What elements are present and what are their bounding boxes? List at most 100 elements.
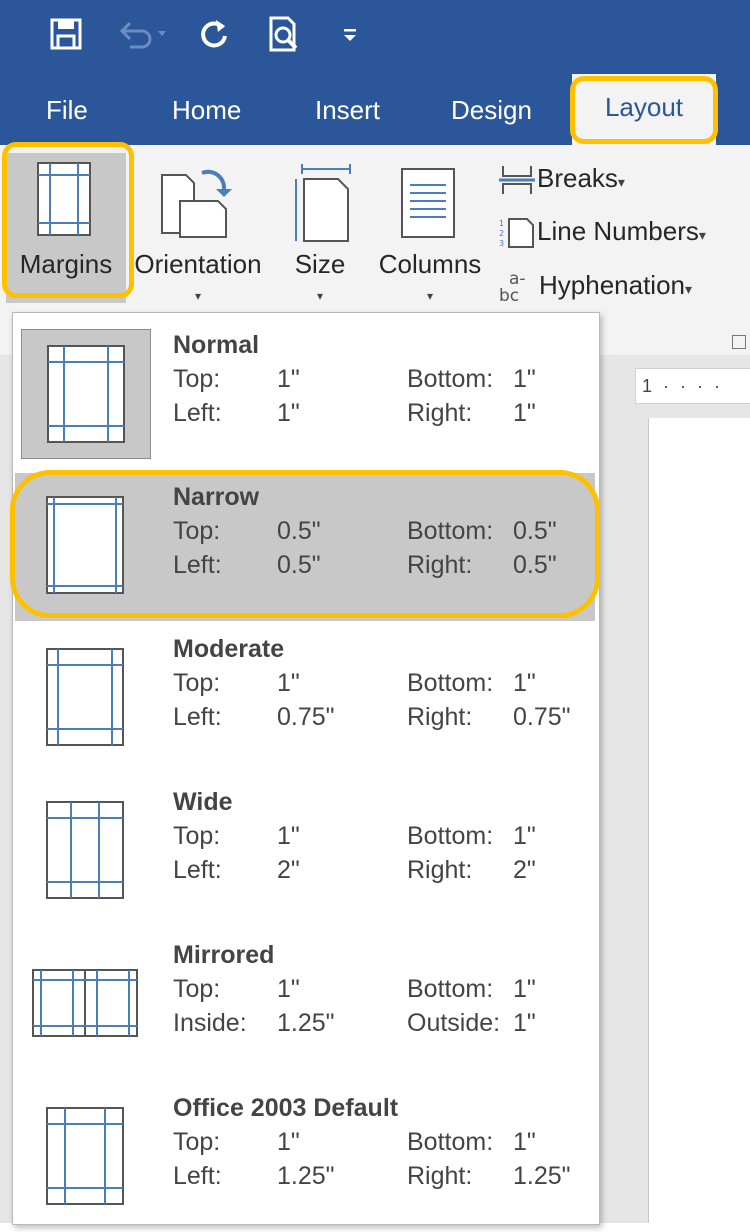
preset-thumbnail: [21, 481, 149, 609]
left-value: 2": [277, 856, 300, 884]
save-button[interactable]: [46, 14, 86, 54]
columns-caret: ▾: [426, 289, 434, 303]
right-label: Right:: [407, 399, 473, 427]
bottom-label: Bottom:: [407, 517, 494, 545]
top-label: Top:: [173, 1128, 221, 1156]
hyphenation-icon: a-bc: [499, 269, 526, 306]
tab-home[interactable]: Home: [172, 90, 241, 130]
line-numbers-icon: 123: [499, 218, 534, 249]
ribbon-tabs: File Home Insert Design Layout: [0, 70, 750, 145]
bottom-label: Bottom:: [407, 822, 494, 850]
bottom-value: 1": [513, 669, 536, 697]
columns-button[interactable]: Columns ▾: [372, 153, 488, 303]
customize-qat-button[interactable]: [330, 14, 370, 54]
preset-thumbnail: [21, 939, 149, 1067]
size-button[interactable]: Size ▾: [284, 153, 356, 303]
right-label: Right:: [407, 1162, 473, 1190]
preset-thumbnail: [21, 786, 149, 914]
line-numbers-label: Line Numbers: [537, 216, 699, 246]
tab-file[interactable]: File: [46, 90, 88, 130]
preset-title: Office 2003 Default: [173, 1094, 399, 1122]
tab-design[interactable]: Design: [451, 90, 532, 130]
columns-label: Columns: [378, 249, 482, 279]
customize-qat-icon: [344, 29, 356, 41]
outside-value: 1": [513, 1009, 536, 1037]
preset-thumbnail: [21, 633, 149, 761]
orientation-label: Orientation: [134, 249, 262, 279]
moderate-margins-icon: [46, 648, 124, 746]
right-label: Right:: [407, 856, 473, 884]
left-label: Left:: [173, 856, 222, 884]
left-label: Left:: [173, 703, 222, 731]
redo-icon: [201, 20, 227, 48]
line-numbers-caret: ▾: [698, 227, 706, 243]
page-setup-launcher-icon[interactable]: [732, 335, 746, 349]
orientation-button[interactable]: Orientation ▾: [128, 153, 268, 303]
bottom-value: 1": [513, 1128, 536, 1156]
svg-text:bc: bc: [499, 286, 519, 303]
bottom-value: 1": [513, 975, 536, 1003]
undo-button[interactable]: [112, 14, 172, 54]
right-value: 0.5": [513, 551, 557, 579]
bottom-value: 0.5": [513, 517, 557, 545]
top-value: 1": [277, 1128, 300, 1156]
top-value: 1": [277, 975, 300, 1003]
document-page[interactable]: [648, 418, 750, 1223]
office-2003-margins-icon: [46, 1107, 124, 1205]
orientation-caret: ▾: [194, 289, 202, 303]
breaks-label: Breaks: [537, 163, 618, 193]
bottom-label: Bottom:: [407, 1128, 494, 1156]
print-preview-button[interactable]: [264, 14, 304, 54]
normal-margins-icon: [47, 345, 125, 443]
left-value: 1": [277, 399, 300, 427]
hyphenation-button[interactable]: a-bc Hyphenation▾: [497, 265, 693, 306]
margin-preset-moderate[interactable]: Moderate Top: 1" Bottom: 1" Left: 0.75" …: [15, 625, 595, 773]
top-label: Top:: [173, 517, 221, 545]
margins-button[interactable]: Margins: [6, 153, 126, 303]
mirrored-margins-icon: [32, 969, 138, 1037]
margin-preset-narrow[interactable]: Narrow Top: 0.5" Bottom: 0.5" Left: 0.5"…: [15, 473, 595, 621]
tab-insert[interactable]: Insert: [315, 90, 380, 130]
size-caret: ▾: [316, 289, 324, 303]
bottom-value: 1": [513, 822, 536, 850]
redo-button[interactable]: [194, 14, 234, 54]
right-value: 1.25": [513, 1162, 571, 1190]
top-value: 1": [277, 669, 300, 697]
bottom-label: Bottom:: [407, 975, 494, 1003]
columns-icon: [401, 168, 455, 238]
tab-layout[interactable]: Layout: [572, 74, 716, 145]
margin-preset-wide[interactable]: Wide Top: 1" Bottom: 1" Left: 2" Right: …: [15, 778, 595, 926]
undo-icon: [119, 21, 166, 49]
margin-preset-normal[interactable]: Normal Top: 1" Bottom: 1" Left: 1" Right…: [15, 321, 595, 469]
margin-preset-mirrored[interactable]: Mirrored Top: 1" Bottom: 1" Inside: 1.25…: [15, 931, 595, 1079]
bottom-value: 1": [513, 365, 536, 393]
preset-title: Normal: [173, 331, 260, 359]
svg-text:1: 1: [499, 219, 504, 228]
margins-icon: [37, 162, 91, 236]
hyphenation-label: Hyphenation: [539, 270, 685, 300]
left-value: 0.75": [277, 703, 335, 731]
right-value: 0.75": [513, 703, 571, 731]
breaks-button[interactable]: Breaks▾: [497, 158, 625, 198]
left-label: Left:: [173, 399, 222, 427]
left-value: 0.5": [277, 551, 321, 579]
top-label: Top:: [173, 975, 221, 1003]
print-preview-icon: [269, 16, 298, 52]
hyphenation-caret: ▾: [685, 281, 693, 297]
top-value: 1": [277, 822, 300, 850]
left-value: 1.25": [277, 1162, 335, 1190]
right-label: Right:: [407, 703, 473, 731]
preset-title: Mirrored: [173, 941, 275, 969]
horizontal-ruler: 1 · · · ·: [635, 368, 750, 404]
preset-title: Moderate: [173, 635, 285, 663]
inside-value: 1.25": [277, 1009, 335, 1037]
margin-preset-office-2003-default[interactable]: Office 2003 Default Top: 1" Bottom: 1" L…: [15, 1084, 595, 1232]
margins-label: Margins: [19, 249, 113, 279]
right-value: 2": [513, 856, 536, 884]
top-value: 1": [277, 365, 300, 393]
right-value: 1": [513, 399, 536, 427]
svg-text:3: 3: [499, 239, 504, 248]
right-label: Right:: [407, 551, 473, 579]
line-numbers-button[interactable]: 123 Line Numbers▾: [497, 211, 706, 251]
preset-title: Narrow: [173, 483, 260, 511]
